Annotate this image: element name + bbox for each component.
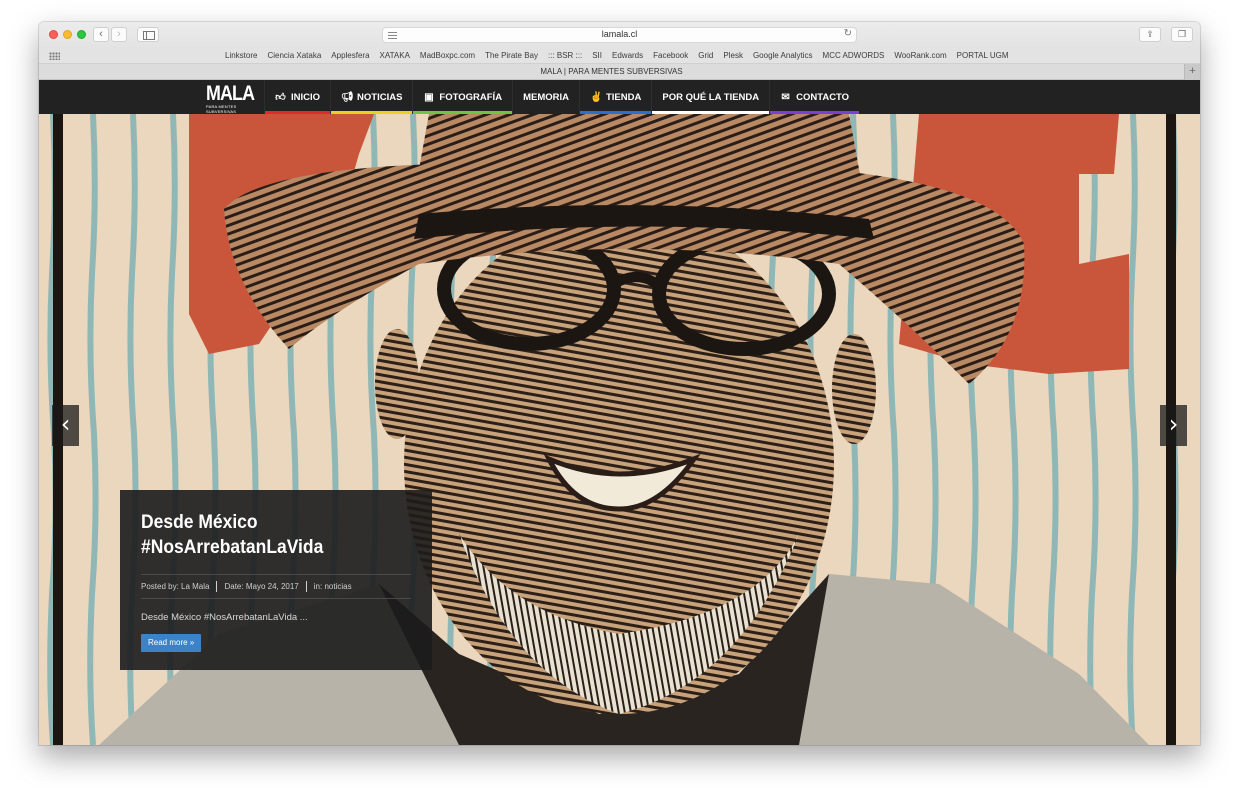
post-author[interactable]: Posted by: La Mala — [141, 582, 209, 591]
main-menu: 👍︎ INICIO 📢︎ NOTICIAS ▣ FOTOGRAFÍA MEMORIA ✌ TIE… — [264, 80, 860, 114]
menu-item-label: POR QUÉ LA TIENDA — [662, 91, 760, 103]
meta-divider — [216, 581, 218, 592]
menu-item-fotografía[interactable]: ▣ FOTOGRAFÍA — [412, 80, 513, 114]
thumbs-up-icon: 👍︎ — [275, 92, 286, 103]
sidebar-toggle-icon[interactable] — [137, 27, 159, 42]
menu-item-contacto[interactable]: ✉ CONTACTO — [769, 80, 860, 114]
bookmarks-list: Linkstore Ciencia Xataka Applesfera XATAKA M… — [225, 51, 1019, 60]
menu-item-tienda[interactable]: ✌ TIENDA — [578, 80, 652, 114]
bookmark-item[interactable]: The Pirate Bay — [485, 51, 538, 60]
post-meta: Posted by: La Mala Date: Mayo 24, 2017 i… — [141, 574, 411, 599]
bookmark-item[interactable]: ::: BSR ::: — [548, 51, 582, 60]
tab-bar: MALA | PARA MENTES SUBVERSIVAS + — [39, 64, 1200, 80]
post-category[interactable]: in: noticias — [314, 582, 352, 591]
menu-item-label: INICIO — [291, 91, 321, 103]
share-icon[interactable]: ⇪ — [1139, 27, 1161, 42]
post-date: Date: Mayo 24, 2017 — [224, 582, 299, 591]
hero-slider: ‹ › Desde México #NosArrebatanLaVida Pos… — [39, 114, 1200, 745]
top-sites-grid-icon[interactable] — [49, 52, 60, 60]
meta-divider — [305, 581, 307, 592]
forward-button[interactable]: › — [111, 27, 127, 42]
slider-next-button[interactable]: › — [1160, 405, 1187, 446]
menu-item-label: NOTICIAS — [357, 91, 403, 103]
site-navigation: MALA PARA MENTES SUBVERSIVAS 👍︎ INICIO 📢︎ N… — [39, 80, 1200, 114]
menu-item-label: MEMORIA — [523, 91, 569, 103]
menu-item-label: CONTACTO — [796, 91, 850, 103]
back-button[interactable]: ‹ — [93, 27, 109, 42]
active-tab-title[interactable]: MALA | PARA MENTES SUBVERSIVAS — [39, 67, 1184, 76]
slide-caption: Desde México #NosArrebatanLaVida Posted … — [120, 490, 432, 670]
menu-item-por-qué-la-tienda[interactable]: POR QUÉ LA TIENDA — [651, 80, 770, 114]
bookmark-item[interactable]: WooRank.com — [894, 51, 946, 60]
menu-item-label: FOTOGRAFÍA — [439, 91, 503, 103]
bookmark-item[interactable]: Grid — [698, 51, 713, 60]
photo-icon: ▣ — [424, 91, 434, 103]
bookmark-item[interactable]: Plesk — [723, 51, 743, 60]
bookmark-item[interactable]: MCC ADWORDS — [823, 51, 885, 60]
bookmark-item[interactable]: Applesfera — [331, 51, 369, 60]
minimize-window-button[interactable] — [63, 30, 72, 39]
reload-icon[interactable]: ↻ — [844, 28, 852, 39]
megaphone-icon: 📢︎ — [341, 91, 354, 103]
read-more-button[interactable]: Read more » — [141, 634, 202, 652]
envelope-icon: ✉ — [781, 91, 790, 103]
logo-subtext: PARA MENTES SUBVERSIVAS — [206, 104, 237, 114]
browser-toolbar: ‹ › lamala.cl ↻ ⇪ ❐ — [39, 22, 1200, 48]
url-text[interactable]: lamala.cl — [383, 29, 856, 39]
site-logo[interactable]: MALA PARA MENTES SUBVERSIVAS — [206, 82, 256, 114]
hand-icon: ✌ — [589, 91, 603, 103]
address-bar[interactable]: lamala.cl ↻ — [382, 27, 857, 43]
bookmark-item[interactable]: Edwards — [612, 51, 643, 60]
bookmark-item[interactable]: XATAKA — [380, 51, 410, 60]
bookmark-item[interactable]: Ciencia Xataka — [267, 51, 321, 60]
new-tab-button[interactable]: + — [1184, 64, 1200, 80]
bookmark-item[interactable]: MadBoxpc.com — [420, 51, 475, 60]
show-tabs-icon[interactable]: ❐ — [1171, 27, 1193, 42]
logo-text: MALA — [206, 82, 255, 105]
bookmark-item[interactable]: PORTAL UGM — [957, 51, 1009, 60]
slider-prev-button[interactable]: ‹ — [52, 405, 79, 446]
bookmark-item[interactable]: Facebook — [653, 51, 688, 60]
menu-item-label: TIENDA — [605, 91, 642, 103]
menu-item-noticias[interactable]: 📢︎ NOTICIAS — [330, 80, 413, 114]
zoom-window-button[interactable] — [77, 30, 86, 39]
bookmark-item[interactable]: SII — [592, 51, 602, 60]
slide-title[interactable]: Desde México #NosArrebatanLaVida — [141, 510, 417, 560]
browser-window: ‹ › lamala.cl ↻ ⇪ ❐ Linkstore Ciencia Xat… — [39, 22, 1200, 745]
bookmark-item[interactable]: Linkstore — [225, 51, 257, 60]
menu-item-memoria[interactable]: MEMORIA — [512, 80, 579, 114]
bookmarks-bar: Linkstore Ciencia Xataka Applesfera XATAKA M… — [39, 48, 1200, 64]
menu-item-inicio[interactable]: 👍︎ INICIO — [264, 80, 331, 114]
close-window-button[interactable] — [49, 30, 58, 39]
post-excerpt: Desde México #NosArrebatanLaVida ... — [141, 612, 308, 623]
bookmark-item[interactable]: Google Analytics — [753, 51, 813, 60]
